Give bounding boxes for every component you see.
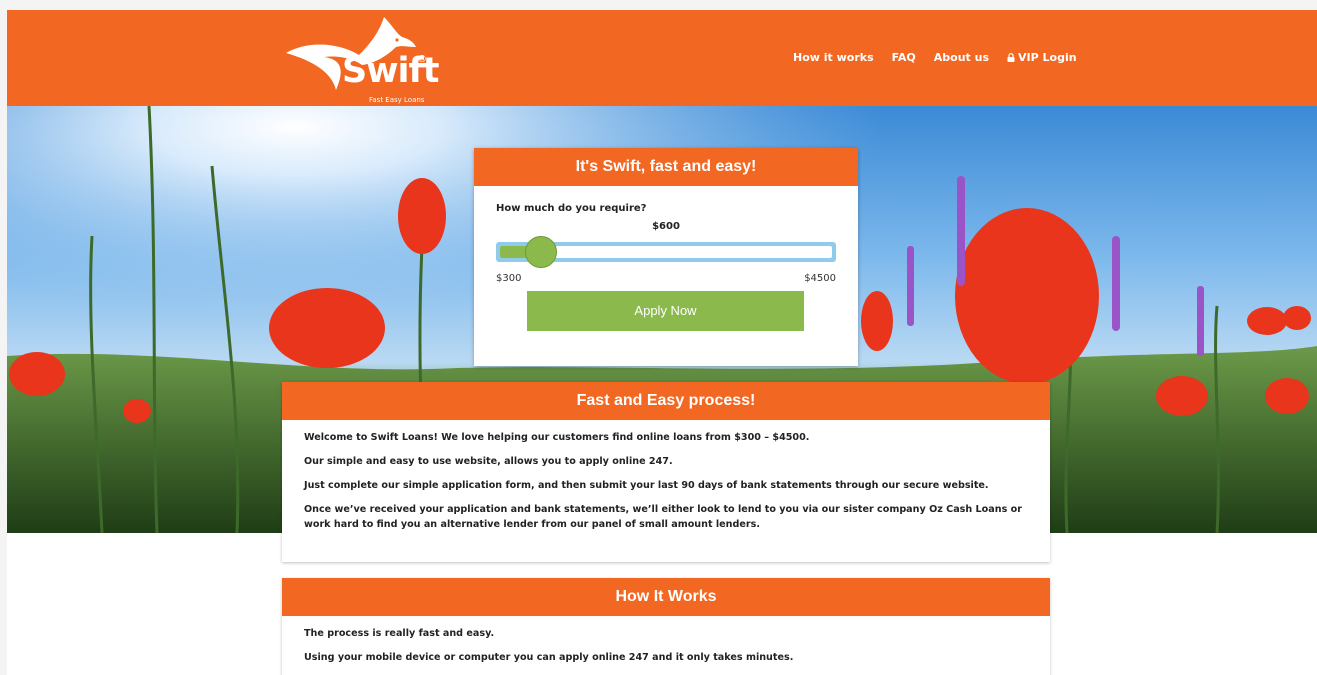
apply-now-button[interactable]: Apply Now: [527, 291, 804, 331]
logo-tagline: Fast Easy Loans: [369, 96, 425, 104]
paragraph: Welcome to Swift Loans! We love helping …: [304, 432, 810, 443]
paragraph: Our simple and easy to use website, allo…: [304, 456, 673, 467]
nav-vip-login[interactable]: VIP Login: [1007, 51, 1077, 64]
how-it-works-panel: How It Works The process is really fast …: [282, 578, 1050, 675]
logo-wordmark: Swift: [342, 51, 439, 91]
calculator-question: How much do you require?: [496, 203, 647, 214]
slider-min-label: $300: [496, 273, 522, 284]
paragraph: Using your mobile device or computer you…: [304, 652, 794, 663]
slider-max-label: $4500: [804, 273, 836, 284]
main-nav: How it works FAQ About us VIP Login: [793, 51, 1077, 64]
fast-process-body: Welcome to Swift Loans! We love helping …: [282, 420, 1050, 532]
paragraph: The process is really fast and easy.: [304, 628, 495, 639]
amount-slider-handle[interactable]: [525, 236, 557, 268]
calculator-title: It's Swift, fast and easy!: [474, 148, 858, 186]
how-it-works-body: The process is really fast and easy. Usi…: [282, 616, 1050, 665]
nav-how-it-works[interactable]: How it works: [793, 51, 874, 64]
how-it-works-title: How It Works: [282, 578, 1050, 616]
nav-label: About us: [933, 51, 989, 64]
site-header: ® Swift Fast Easy Loans How it works FAQ…: [7, 10, 1317, 106]
loan-calculator: It's Swift, fast and easy! How much do y…: [474, 148, 858, 366]
paragraph: Once we’ve received your application and…: [304, 504, 1022, 530]
page: ® Swift Fast Easy Loans How it works FAQ…: [7, 10, 1317, 675]
nav-label: FAQ: [891, 51, 916, 64]
paragraph: Just complete our simple application for…: [304, 480, 989, 491]
swift-logo[interactable]: ® Swift Fast Easy Loans: [284, 15, 439, 105]
nav-label: How it works: [793, 51, 874, 64]
nav-faq[interactable]: FAQ: [892, 51, 916, 64]
fast-process-title: Fast and Easy process!: [282, 382, 1050, 420]
nav-about-us[interactable]: About us: [934, 51, 989, 64]
lock-icon: [1007, 53, 1015, 62]
fast-process-panel: Fast and Easy process! Welcome to Swift …: [282, 382, 1050, 562]
nav-label: VIP Login: [1018, 51, 1077, 64]
calculator-amount: $600: [652, 221, 680, 232]
